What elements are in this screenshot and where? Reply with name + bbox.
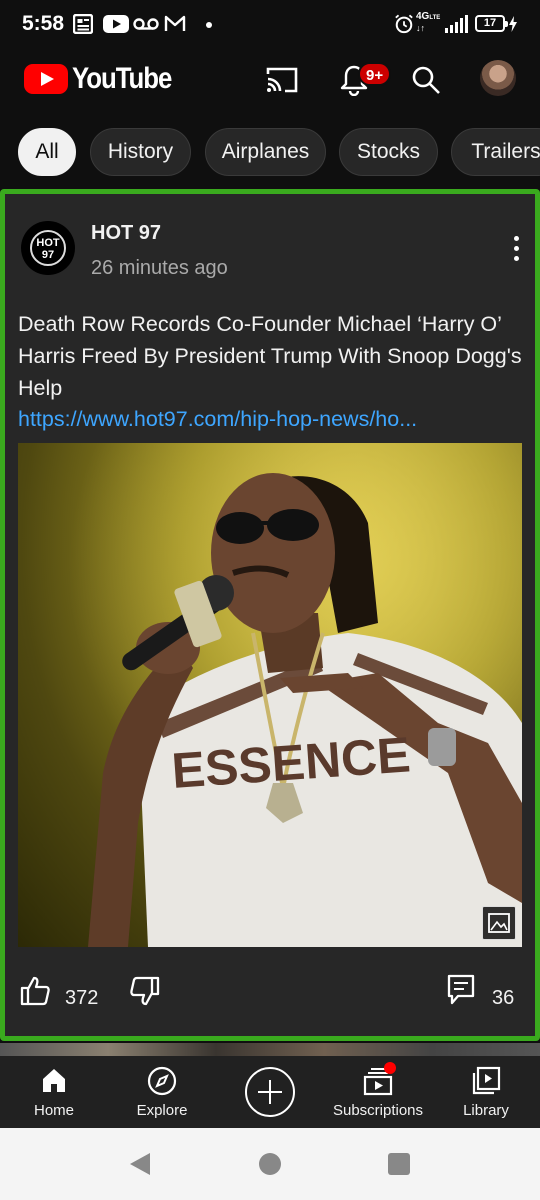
filter-chips: All History Airplanes Stocks Trailers <box>0 128 540 180</box>
chip-trailers[interactable]: Trailers <box>451 128 540 176</box>
youtube-logo-icon[interactable] <box>24 64 68 94</box>
channel-avatar-logo: HOT 97 <box>30 230 66 266</box>
comments-button[interactable] <box>446 973 478 1007</box>
community-post-card[interactable]: HOT 97 HOT 97 26 minutes ago Death Row R… <box>0 189 540 1041</box>
image-badge <box>482 906 516 940</box>
cast-button[interactable] <box>262 60 302 100</box>
nav-subscriptions[interactable]: Subscriptions <box>324 1056 432 1128</box>
like-count: 372 <box>65 987 99 1009</box>
youtube-wordmark[interactable]: YouTube <box>72 62 172 96</box>
battery-indicator: 17 <box>475 15 508 32</box>
dot-icon <box>206 22 212 28</box>
more-options-button[interactable] <box>505 234 529 264</box>
nav-home-label: Home <box>33 1102 74 1119</box>
thumbs-up-icon <box>20 976 50 1006</box>
status-time: 5:58 <box>22 12 65 35</box>
image-icon <box>488 913 510 933</box>
comment-count: 36 <box>492 987 515 1009</box>
library-icon <box>472 1066 501 1095</box>
avatar[interactable] <box>480 60 516 96</box>
thumbs-down-icon <box>130 976 160 1006</box>
recents-icon[interactable] <box>388 1153 410 1175</box>
compass-icon <box>147 1066 177 1096</box>
home-icon <box>43 1069 65 1092</box>
network-indicator: 4GLTE ↓↑ <box>416 11 441 34</box>
comment-icon <box>447 974 475 1005</box>
network-label: 4G <box>416 11 430 22</box>
post-image[interactable]: ESSENCE <box>18 443 522 947</box>
news-icon <box>73 14 93 34</box>
channel-name[interactable]: HOT 97 <box>91 222 161 245</box>
post-time: 26 minutes ago <box>91 257 228 279</box>
search-icon <box>412 66 440 94</box>
search-button[interactable] <box>406 60 446 100</box>
chip-history[interactable]: History <box>90 128 191 176</box>
status-bar: 5:58 4GLTE ↓↑ 17 <box>0 0 540 46</box>
chip-stocks[interactable]: Stocks <box>339 128 438 176</box>
cast-icon <box>266 67 298 93</box>
nav-explore[interactable]: Explore <box>108 1056 216 1128</box>
channel-avatar[interactable]: HOT 97 <box>21 221 75 275</box>
post-text: Death Row Records Co-Founder Michael ‘Ha… <box>18 312 522 400</box>
post-photo: ESSENCE <box>18 443 522 947</box>
create-button[interactable] <box>245 1067 295 1117</box>
signal-icon <box>445 15 468 33</box>
nav-subscriptions-label: Subscriptions <box>332 1102 424 1119</box>
dislike-button[interactable] <box>129 975 161 1007</box>
nav-library-label: Library <box>463 1102 509 1119</box>
like-button[interactable] <box>19 975 51 1007</box>
system-navigation <box>0 1128 540 1200</box>
chip-all[interactable]: All <box>18 128 76 176</box>
home-circle-icon[interactable] <box>259 1153 281 1175</box>
nav-library[interactable]: Library <box>432 1056 540 1128</box>
app-bar: YouTube <box>0 46 540 114</box>
voicemail-icon <box>133 18 159 30</box>
nav-home[interactable]: Home <box>0 1056 108 1128</box>
subscriptions-notification-dot <box>384 1062 396 1074</box>
charging-icon <box>509 16 517 32</box>
youtube-icon <box>103 15 129 33</box>
back-icon[interactable] <box>130 1153 150 1175</box>
bottom-navigation: Home Explore Subscriptions Library <box>0 1056 540 1128</box>
alarm-icon <box>395 14 413 34</box>
chip-airplanes[interactable]: Airplanes <box>205 128 326 176</box>
gmail-icon <box>164 15 186 31</box>
notification-badge: 9+ <box>358 62 392 86</box>
network-sub: LTE <box>429 15 441 21</box>
next-post-peek <box>0 1043 540 1056</box>
nav-explore-label: Explore <box>136 1102 188 1119</box>
post-link[interactable]: https://www.hot97.com/hip-hop-news/ho... <box>18 403 528 435</box>
